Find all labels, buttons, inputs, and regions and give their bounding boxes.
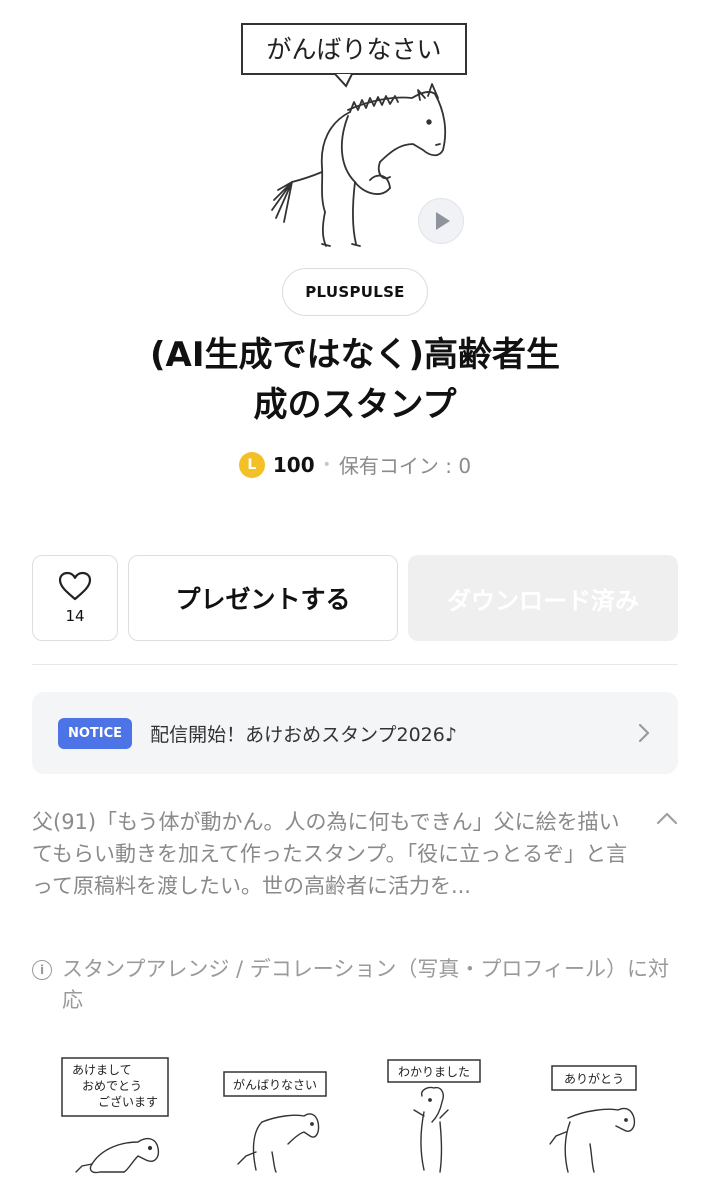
sticker-thumbnail[interactable]: がんばりなさい [212, 1052, 362, 1192]
author-button[interactable]: PLUSPULSE [282, 268, 428, 316]
line-coin-icon: L [238, 451, 265, 478]
download-button: ダウンロード済み [408, 555, 678, 641]
chevron-right-icon [638, 723, 650, 743]
play-animation-button[interactable] [418, 198, 464, 244]
sticker-text: ございます [98, 1094, 158, 1109]
sticker-text: ありがとう [564, 1071, 624, 1086]
sticker-thumbnail[interactable]: ありがとう [540, 1052, 690, 1192]
hero-speech-text: がんばりなさい [266, 35, 441, 64]
sticker-thumbnail[interactable]: あけまして おめでとう ございます [52, 1052, 202, 1192]
chevron-up-icon [656, 812, 678, 825]
play-icon [436, 212, 450, 230]
info-icon: i [32, 960, 52, 980]
notice-text: 配信開始！あけおめスタンプ2026♪ [150, 723, 457, 746]
divider [32, 664, 678, 665]
sticker-description: 父(91)「もう体が動かん。人の為に何もできん」父に絵を描いてもらい動きを加えて… [32, 810, 628, 898]
title-line-2: 成のスタンプ [253, 385, 457, 425]
present-button[interactable]: プレゼントする [128, 555, 398, 641]
page-title: (AI生成ではなく)高齢者生 成のスタンプ [60, 330, 650, 430]
sticker-text: がんばりなさい [233, 1077, 317, 1092]
notice-badge: NOTICE [58, 717, 133, 749]
owned-coins: 保有コイン : 0 [338, 454, 472, 478]
collapse-description-button[interactable] [654, 806, 680, 832]
price-separator: • [322, 456, 331, 473]
sticker-thumbnail[interactable]: わかりました [376, 1052, 526, 1192]
notice-banner[interactable]: NOTICE 配信開始！あけおめスタンプ2026♪ [32, 692, 678, 774]
sticker-text: おめでとう [82, 1079, 142, 1093]
like-count: 14 [65, 607, 85, 625]
arrange-info-text: スタンプアレンジ / デコレーション（写真・プロフィール）に対応 [62, 957, 669, 1012]
arrange-support-info: i スタンプアレンジ / デコレーション（写真・プロフィール）に対応 [32, 954, 682, 1016]
like-button[interactable]: 14 [32, 555, 118, 641]
sticker-text: あけまして [72, 1063, 132, 1077]
title-line-1: (AI生成ではなく)高齢者生 [149, 335, 561, 375]
heart-icon [58, 571, 92, 601]
sticker-text: わかりました [398, 1065, 470, 1079]
price-row: L 100 • 保有コイン : 0 [0, 450, 710, 479]
price-amount: 100 [272, 452, 315, 477]
